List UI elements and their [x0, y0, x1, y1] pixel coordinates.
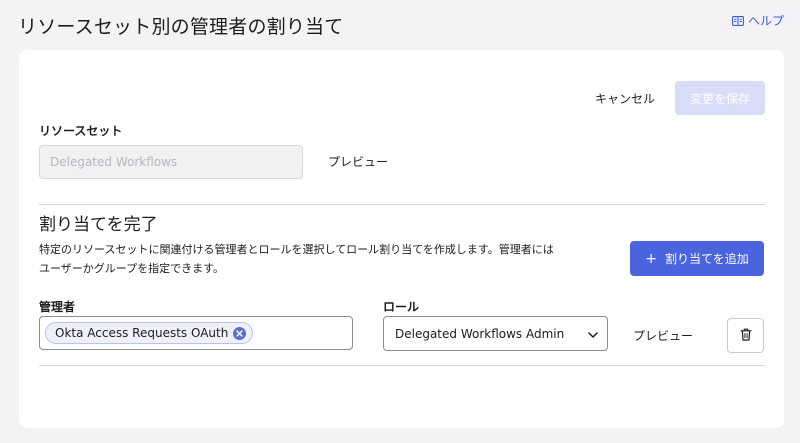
save-changes-button[interactable]: 変更を保存 [675, 81, 765, 115]
plus-icon: + [645, 250, 657, 267]
chevron-down-icon [588, 327, 598, 341]
close-circle-icon[interactable] [233, 326, 247, 340]
admin-multiselect[interactable]: Okta Access Requests OAuth [39, 316, 353, 350]
add-assignment-label: 割り当てを追加 [664, 252, 749, 266]
book-icon [732, 15, 744, 26]
description-line-2: ユーザーかグループを指定できます。 [39, 262, 225, 275]
page: リソースセット別の管理者の割り当て ヘルプ キャンセル 変更を保存 リソースセッ… [0, 0, 800, 443]
add-assignment-button[interactable]: + 割り当てを追加 [630, 241, 764, 276]
help-link[interactable]: ヘルプ [732, 12, 784, 29]
description-line-1: 特定のリソースセットに関連付ける管理者とロールを選択してロール割り当てを作成しま… [39, 243, 554, 256]
role-value: Delegated Workflows Admin [395, 326, 565, 341]
page-title: リソースセット別の管理者の割り当て [18, 16, 344, 38]
section-title: 割り当てを完了 [39, 215, 158, 235]
help-label: ヘルプ [747, 14, 784, 28]
cancel-button[interactable]: キャンセル [585, 84, 665, 112]
admin-chip-label: Okta Access Requests OAuth [55, 326, 229, 340]
assignment-card: キャンセル 変更を保存 リソースセット プレビュー 割り当てを完了 特定のリソー… [19, 50, 784, 428]
row-divider [39, 365, 765, 366]
admin-chip: Okta Access Requests OAuth [45, 322, 254, 344]
role-label: ロール [383, 300, 420, 314]
resource-set-preview[interactable]: プレビュー [328, 153, 388, 170]
delete-assignment-button[interactable] [727, 318, 764, 353]
section-divider [39, 204, 765, 205]
row-preview[interactable]: プレビュー [633, 327, 693, 344]
resource-set-label: リソースセット [39, 124, 123, 138]
trash-icon [739, 326, 752, 345]
role-select[interactable]: Delegated Workflows Admin [383, 316, 608, 351]
section-description: 特定のリソースセットに関連付ける管理者とロールを選択してロール割り当てを作成しま… [39, 240, 609, 278]
admin-label: 管理者 [39, 300, 76, 314]
resource-set-input[interactable] [39, 145, 303, 179]
